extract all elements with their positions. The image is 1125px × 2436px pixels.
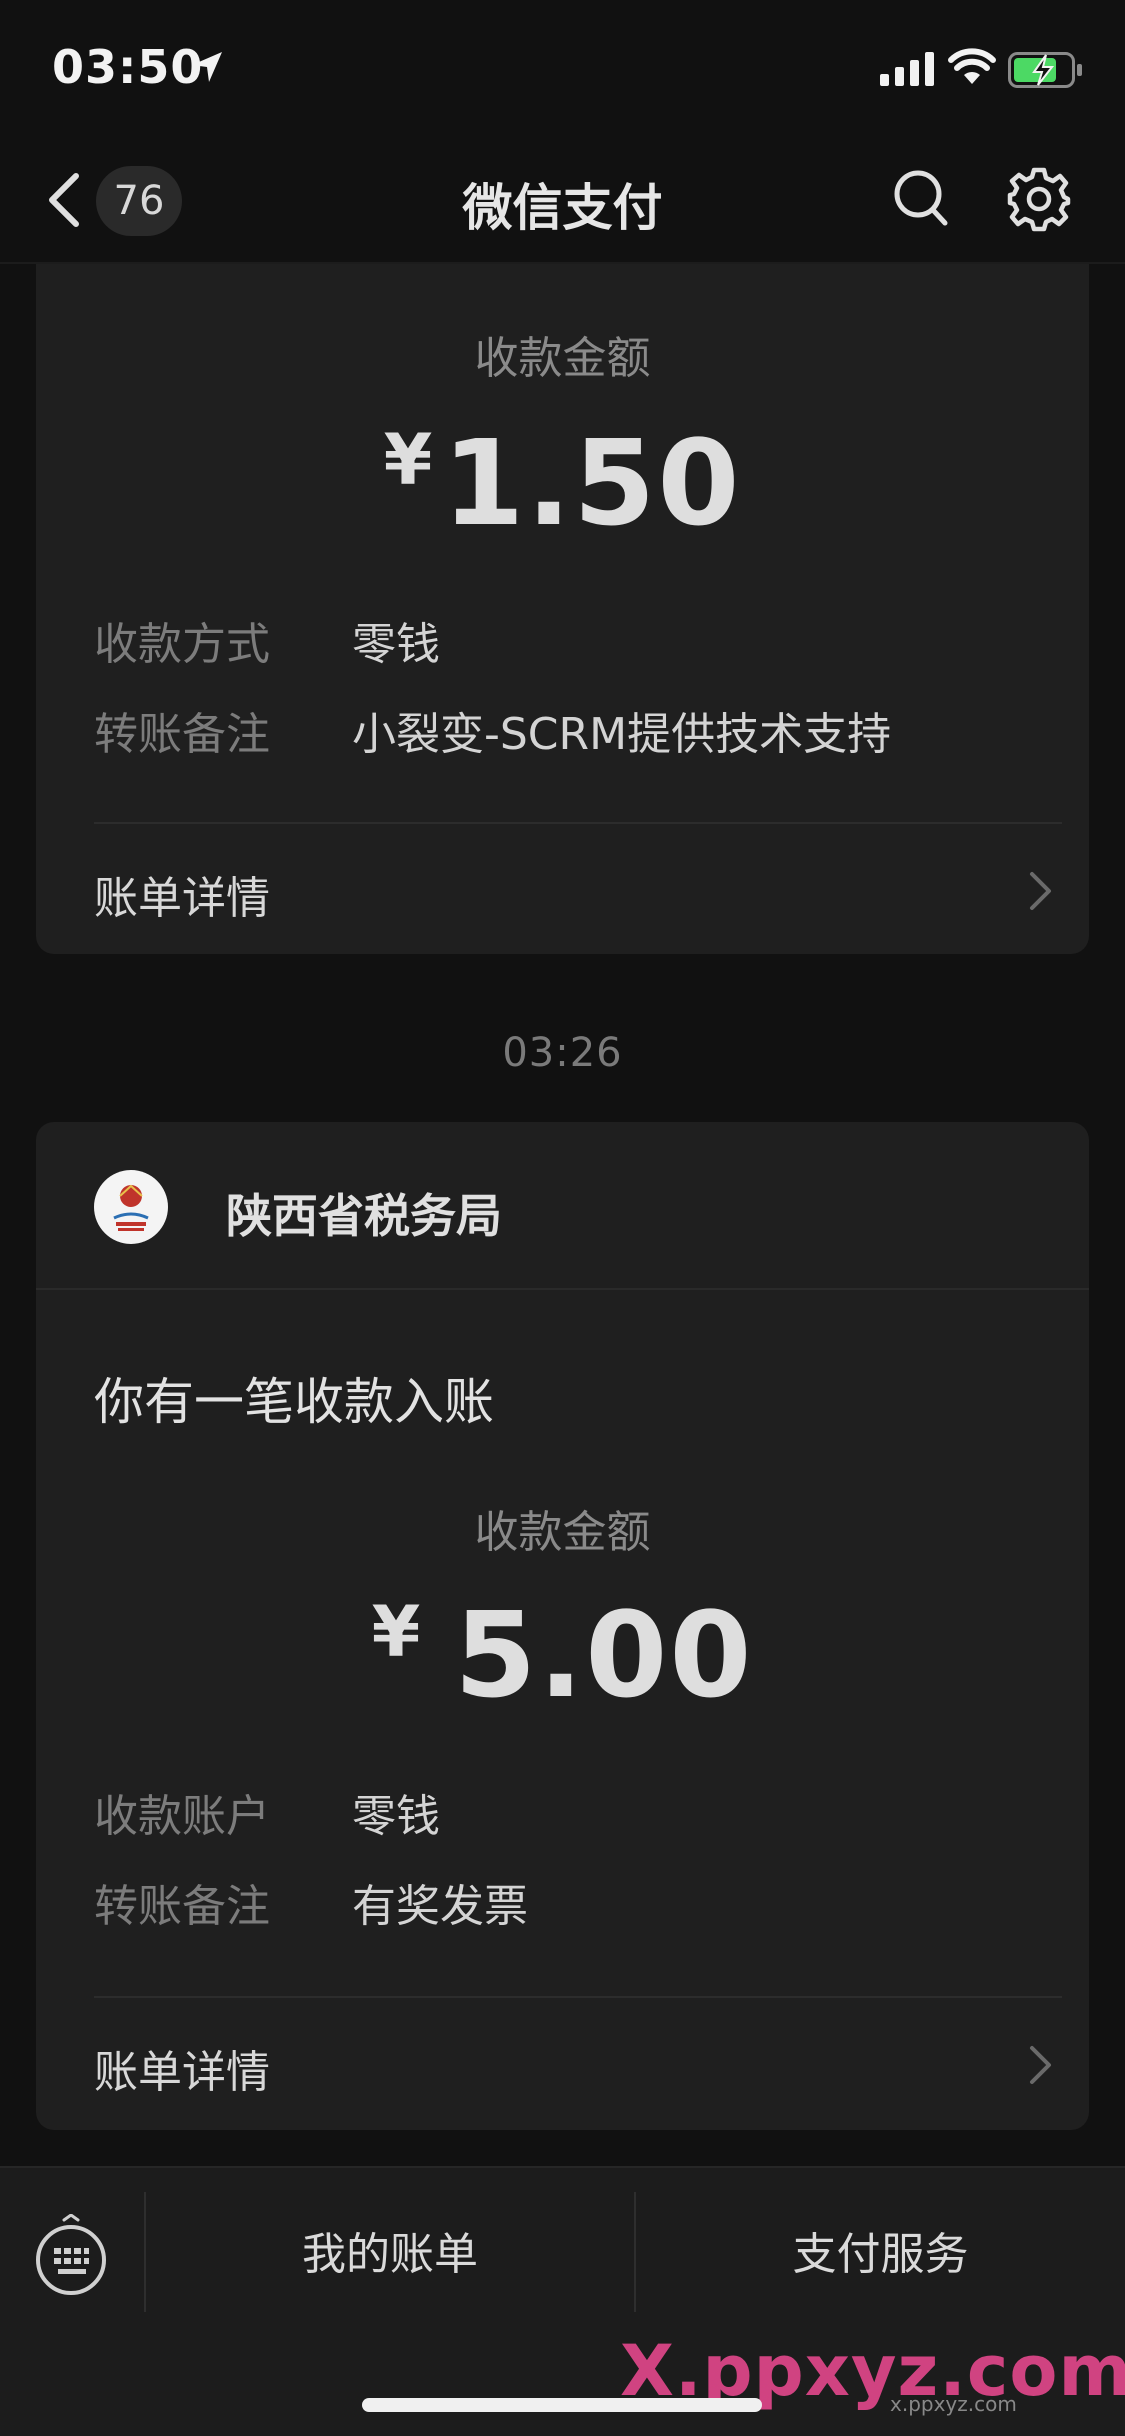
nav-bar: 76 微信支付 — [0, 140, 1125, 264]
divider — [94, 1996, 1062, 1998]
tax-bureau-emblem-icon — [94, 1170, 168, 1244]
info-value: 零钱 — [352, 1791, 440, 1842]
bill-detail-link[interactable]: 账单详情 — [94, 2036, 1054, 2098]
amount-number: 1.50 — [442, 414, 742, 552]
amount-number: 5.00 — [454, 1586, 754, 1724]
currency-symbol: ¥ — [371, 1591, 421, 1673]
watermark-subtext: x.ppxyz.com — [890, 2392, 1017, 2416]
bill-detail-link[interactable]: 账单详情 — [94, 862, 1054, 924]
divider — [36, 1288, 1089, 1290]
home-indicator[interactable] — [362, 2398, 762, 2412]
info-key: 转账备注 — [94, 1881, 270, 1932]
amount-value: ¥5.00 — [36, 1586, 1089, 1724]
payment-services-button[interactable]: 支付服务 — [636, 2218, 1125, 2282]
location-arrow-icon — [192, 52, 222, 82]
status-bar: 03:50 — [0, 0, 1125, 140]
keyboard-toggle-icon[interactable] — [34, 2214, 108, 2298]
chevron-right-icon — [1030, 2046, 1051, 2084]
info-value: 小裂变-SCRM提供技术支持 — [352, 709, 892, 760]
page-title: 微信支付 — [462, 179, 663, 237]
amount-value: ¥1.50 — [36, 414, 1089, 552]
payment-card-1: 收款金额 ¥1.50 收款方式 零钱 转账备注 小裂变-SCRM提供技术支持 账… — [36, 264, 1089, 954]
message-timestamp: 03:26 — [502, 1030, 623, 1076]
bill-detail-label: 账单详情 — [94, 873, 270, 924]
organization-name: 陕西省税务局 — [226, 1189, 502, 1243]
divider — [94, 822, 1062, 824]
amount-label: 收款金额 — [474, 1507, 651, 1558]
wifi-icon — [948, 48, 996, 84]
bill-detail-label: 账单详情 — [94, 2047, 270, 2098]
gear-icon[interactable] — [1006, 166, 1072, 232]
message-headline: 你有一笔收款入账 — [94, 1373, 494, 1431]
info-key: 收款方式 — [94, 619, 270, 670]
cellular-signal-icon — [880, 52, 934, 86]
currency-symbol: ¥ — [383, 419, 433, 501]
payment-card-2: 陕西省税务局 你有一笔收款入账 收款金额 ¥5.00 收款账户 零钱 转账备注 … — [36, 1122, 1089, 2130]
info-key: 转账备注 — [94, 709, 270, 760]
status-time: 03:50 — [52, 40, 204, 94]
my-bills-button[interactable]: 我的账单 — [146, 2218, 634, 2282]
info-value: 零钱 — [352, 619, 440, 670]
info-value: 有奖发票 — [352, 1881, 528, 1932]
amount-label: 收款金额 — [474, 333, 651, 384]
info-key: 收款账户 — [94, 1791, 270, 1842]
battery-charging-icon — [1008, 52, 1082, 88]
chevron-right-icon — [1030, 872, 1051, 910]
search-icon[interactable] — [892, 168, 950, 230]
